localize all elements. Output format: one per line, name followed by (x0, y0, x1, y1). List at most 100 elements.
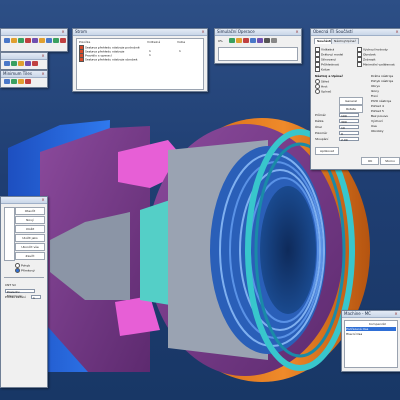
close-all-button[interactable]: Ukončit vše (15, 243, 45, 251)
header-compensation: Kompenzát (369, 322, 386, 326)
checkbox-icon (357, 62, 362, 67)
new-button[interactable]: Nový (15, 216, 45, 224)
close-icon[interactable]: × (294, 29, 300, 34)
fit-icon[interactable] (39, 38, 45, 43)
header-visible: Viditelná (147, 40, 161, 44)
pitch-field[interactable]: 2.00 (339, 137, 359, 142)
save-as-button[interactable]: Uložit jako (15, 234, 45, 242)
checkbox-min-distance[interactable]: Minimální vzdálenost (357, 62, 395, 67)
apply-button[interactable]: Aplikovat (315, 147, 339, 155)
close-icon[interactable]: × (60, 29, 66, 34)
close-icon[interactable]: × (40, 53, 46, 58)
checkbox-collision[interactable]: Kolize (315, 67, 330, 72)
option-label[interactable]: Ikony (371, 89, 379, 93)
close-icon[interactable]: × (393, 311, 399, 316)
option-label[interactable]: Osa (371, 124, 377, 128)
tile-1-icon[interactable] (4, 79, 10, 84)
option-label[interactable]: Dráha nástroje (371, 74, 393, 78)
simulation-timeline[interactable] (218, 47, 298, 61)
machine-list[interactable]: Kompenzát Podřazená Osa Hlavní Osa (344, 320, 398, 368)
max-select[interactable]: Posledni Maximum (5, 289, 35, 298)
close-icon[interactable]: × (40, 197, 46, 202)
option-label[interactable]: Fixní (371, 94, 378, 98)
machine-titlebar: Machine - MC × (342, 311, 400, 318)
checkbox-label: Zobrazit (363, 57, 376, 62)
angle-field[interactable]: 10 (339, 125, 359, 130)
option-label[interactable]: Pohled 4 (371, 104, 384, 108)
radius-field[interactable]: 0 (339, 131, 359, 136)
radio-label: Hrot (321, 84, 328, 89)
cancel-button[interactable]: Storno (380, 157, 400, 165)
tree-list[interactable]: Položka Viditelná Volba Sestava přehledu… (76, 38, 204, 90)
checkbox-icon (315, 67, 320, 72)
general-button[interactable]: General (339, 97, 363, 105)
camera-icon[interactable] (264, 38, 270, 43)
box-icon[interactable] (46, 38, 52, 43)
machine-window: Machine - MC × Kompenzát Podřazená Osa Hl… (341, 310, 400, 372)
speed-value: 0% (218, 39, 223, 43)
process-label: Proces zadání (5, 295, 26, 299)
left-panel-titlebar: × (1, 197, 47, 204)
rotate-button[interactable]: Rotate (339, 105, 363, 113)
option-label[interactable]: Bez posuvu (371, 114, 388, 118)
checkbox-label: Obrobek (363, 52, 376, 57)
row-label: Průměr (315, 113, 326, 117)
view-front-icon[interactable] (4, 61, 10, 66)
list-item-selected[interactable]: Podřazená Osa (346, 327, 396, 331)
option-label[interactable]: PIVO nástroje (371, 99, 391, 103)
step-icon[interactable] (250, 38, 256, 43)
tab-tool[interactable]: Nástroj/Upínač (331, 38, 359, 44)
close-icon[interactable]: × (394, 29, 400, 34)
process-field[interactable]: 1 (31, 295, 41, 300)
machine-title: Machine - MC (344, 311, 371, 316)
tree-row-select: 1 (179, 49, 181, 53)
tile-3-icon[interactable] (18, 79, 24, 84)
checkbox-label: Viditelná (321, 47, 335, 52)
option-label[interactable]: Obrys (371, 84, 380, 88)
view-reset-icon[interactable] (32, 61, 38, 66)
properties-window: Obecná ITI Součástí × Součástí Nástroj/Up… (310, 28, 400, 170)
tile-2-icon[interactable] (11, 79, 17, 84)
radio-label: Pohyb (21, 263, 31, 268)
play-icon[interactable] (229, 38, 235, 43)
toolbar-c-titlebar: Minimum Tiles × (1, 71, 47, 78)
list-item[interactable]: Hlavní Osa (346, 332, 362, 336)
stop-icon[interactable] (243, 38, 249, 43)
option-label[interactable]: Obrobky (371, 129, 384, 133)
length-field[interactable]: 300 (339, 119, 359, 124)
radio-label: Střed (321, 79, 329, 84)
move-icon[interactable] (11, 38, 17, 43)
view-iso-icon[interactable] (25, 61, 31, 66)
rotate-icon[interactable] (18, 38, 24, 43)
ok-button[interactable]: OK (361, 157, 379, 165)
diameter-field[interactable]: 100 (339, 113, 359, 118)
toolbar-window-c: Minimum Tiles × (0, 70, 48, 88)
tree-row-label: Sestava přehledu nástroje obrobek (85, 57, 138, 62)
option-label[interactable]: Pohled 5 (371, 109, 384, 113)
settings-icon[interactable] (271, 38, 277, 43)
open-button[interactable]: Otevřít (15, 207, 45, 215)
tree-row[interactable]: Sestava přehledu nástroje obrobek (79, 57, 138, 62)
option-label[interactable]: Výchozí (371, 119, 383, 123)
radio-holder[interactable]: Upínač (315, 89, 331, 94)
option-label[interactable]: Pohyb nástroje (371, 79, 393, 83)
view-top-icon[interactable] (11, 61, 17, 66)
close-button[interactable]: Zavřít (15, 252, 45, 260)
close-icon[interactable]: × (200, 29, 206, 34)
rewind-icon[interactable] (257, 38, 263, 43)
close-icon[interactable]: × (40, 71, 46, 76)
cylinder-icon[interactable] (60, 38, 66, 43)
header-item: Položka (79, 40, 91, 44)
view-side-icon[interactable] (18, 61, 24, 66)
zoom-icon[interactable] (25, 38, 31, 43)
radio-label: Upínač (321, 89, 332, 94)
row-label: Poloměr (315, 131, 328, 135)
pause-icon[interactable] (236, 38, 242, 43)
sphere-icon[interactable] (53, 38, 59, 43)
radio-linear[interactable]: Přímkový (15, 268, 35, 273)
radio-label: Přímkový (21, 268, 35, 273)
save-button[interactable]: Uložit (15, 225, 45, 233)
select-icon[interactable] (4, 38, 10, 43)
tile-4-icon[interactable] (25, 79, 31, 84)
pan-icon[interactable] (32, 38, 38, 43)
